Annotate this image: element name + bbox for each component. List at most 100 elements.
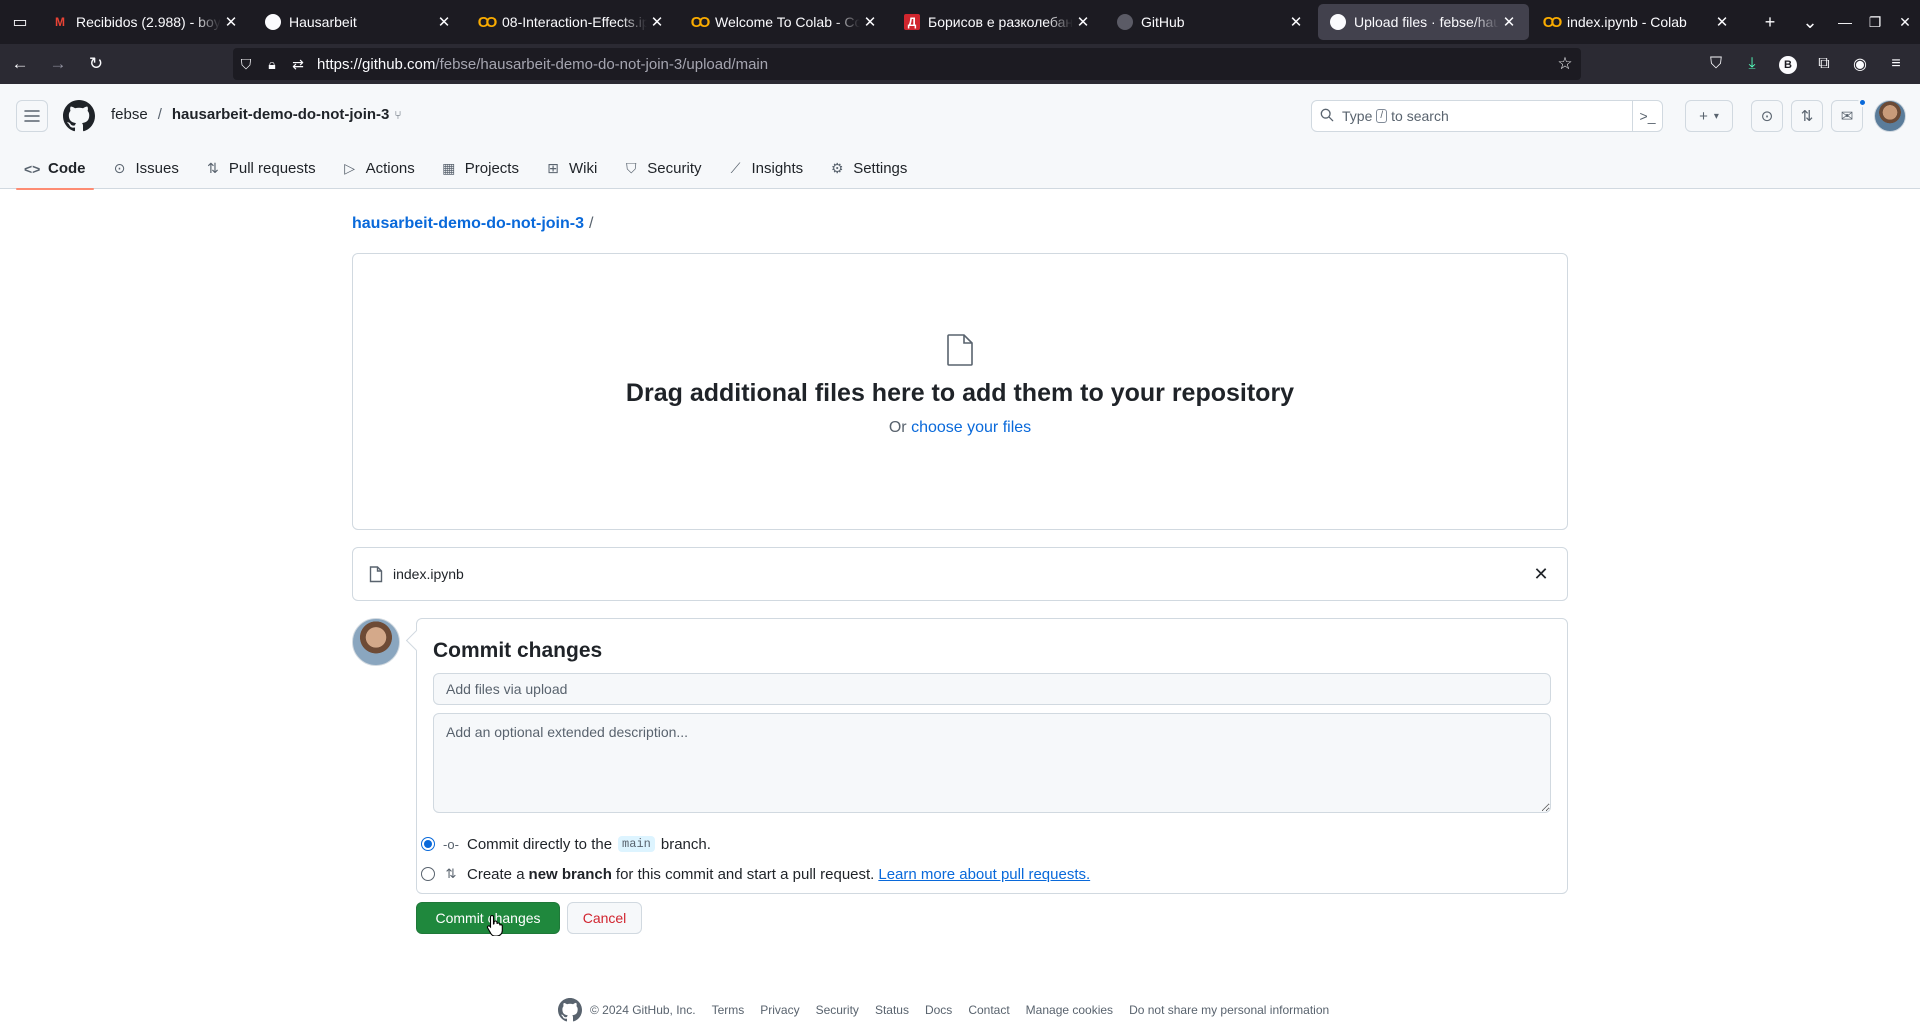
footer-link[interactable]: Security bbox=[816, 1003, 859, 1017]
permissions-icon[interactable]: ⇄ bbox=[285, 56, 311, 73]
tab-close-icon[interactable]: ✕ bbox=[434, 13, 454, 31]
tab-issues[interactable]: ⊙ Issues bbox=[104, 148, 187, 189]
tab-actions[interactable]: ▷ Actions bbox=[334, 148, 423, 189]
pull-requests-icon[interactable]: ⇅ bbox=[1791, 100, 1823, 132]
opt1-text-post: branch. bbox=[660, 835, 711, 853]
footer-link[interactable]: Status bbox=[875, 1003, 909, 1017]
pocket-icon[interactable]: ⛉ bbox=[1698, 55, 1734, 73]
command-palette-icon[interactable]: >_ bbox=[1632, 101, 1662, 131]
tab-close-icon[interactable]: ✕ bbox=[221, 13, 241, 31]
close-window-icon[interactable]: ✕ bbox=[1890, 14, 1920, 31]
list-all-tabs-chevron-icon[interactable]: ⌄ bbox=[1790, 12, 1830, 33]
new-branch-radio[interactable] bbox=[421, 867, 435, 881]
browser-tab[interactable]: GitHub ✕ bbox=[1105, 4, 1316, 40]
extension-b-icon[interactable]: B bbox=[1770, 55, 1806, 74]
browser-tab[interactable]: M Recibidos (2.988) - boyk ✕ bbox=[40, 4, 251, 40]
browser-tab[interactable]: CO 08-Interaction-Effects.ip ✕ bbox=[466, 4, 677, 40]
issues-icon[interactable]: ⊙ bbox=[1751, 100, 1783, 132]
forward-arrow-icon[interactable]: → bbox=[40, 48, 76, 80]
browser-tab[interactable]: Upload files · febse/hau ✕ bbox=[1318, 4, 1529, 40]
footer-link[interactable]: Do not share my personal information bbox=[1129, 1003, 1329, 1017]
drop-or-text: Or bbox=[888, 419, 907, 436]
reload-icon[interactable]: ↻ bbox=[78, 48, 114, 80]
browser-tab[interactable]: Hausarbeit ✕ bbox=[253, 4, 464, 40]
app-menu-icon[interactable]: ≡ bbox=[1878, 55, 1914, 73]
search-input[interactable]: Type / to search >_ bbox=[1311, 100, 1663, 132]
colab-icon: CO bbox=[690, 13, 711, 31]
tab-strip: M Recibidos (2.988) - boyk ✕ Hausarbeit ✕ CO 0… bbox=[40, 0, 1744, 44]
tab-label: Issues bbox=[135, 160, 179, 177]
breadcrumb-repo-link[interactable]: hausarbeit-demo-do-not-join-3 bbox=[352, 215, 584, 232]
tab-pull-requests[interactable]: ⇅ Pull requests bbox=[197, 148, 324, 189]
footer-link[interactable]: Contact bbox=[968, 1003, 1009, 1017]
commit-author-avatar bbox=[352, 618, 400, 666]
toolbar-right: ⛉ ⤓ B ⧉ ◉ ≡ bbox=[1698, 48, 1914, 80]
tab-title: Recibidos (2.988) - boyk bbox=[76, 14, 221, 30]
tab-security[interactable]: ⛉ Security bbox=[615, 148, 709, 189]
hamburger-menu-icon[interactable] bbox=[16, 100, 48, 132]
firefox-view-icon[interactable]: ▭ bbox=[0, 0, 40, 44]
new-tab-plus-icon[interactable]: + bbox=[1750, 12, 1790, 33]
file-drop-zone[interactable]: Drag additional files here to add them t… bbox=[352, 253, 1568, 530]
plus-icon: + bbox=[1699, 107, 1708, 125]
uploaded-file-name: index.ipynb bbox=[393, 566, 464, 582]
tab-projects[interactable]: ▦ Projects bbox=[433, 148, 527, 189]
tab-title: Hausarbeit bbox=[289, 14, 357, 30]
global-bar: febse / hausarbeit-demo-do-not-join-3 ⑂ … bbox=[0, 84, 1920, 148]
tab-label: Settings bbox=[853, 160, 908, 177]
tab-close-icon[interactable]: ✕ bbox=[647, 13, 667, 31]
tab-close-icon[interactable]: ✕ bbox=[860, 13, 880, 31]
url-bar[interactable]: ⛉ 🔒︎ ⇄ https://github.com/febse/hausarbe… bbox=[233, 48, 1581, 80]
tab-close-icon[interactable]: ✕ bbox=[1286, 13, 1306, 31]
tab-settings[interactable]: ⚙ Settings bbox=[821, 148, 915, 189]
browser-tab[interactable]: CO Welcome To Colab - Cola ✕ bbox=[679, 4, 890, 40]
learn-more-pr-link[interactable]: Learn more about pull requests. bbox=[878, 866, 1090, 883]
search-suffix: to search bbox=[1391, 108, 1449, 124]
url-text[interactable]: https://github.com/febse/hausarbeit-demo… bbox=[317, 56, 768, 73]
tab-title: 08-Interaction-Effects.ip bbox=[502, 14, 647, 30]
tab-close-icon[interactable]: ✕ bbox=[1712, 13, 1732, 31]
footer-link[interactable]: Privacy bbox=[760, 1003, 799, 1017]
create-new-button[interactable]: + ▾ bbox=[1685, 100, 1733, 132]
github-logo-icon[interactable] bbox=[63, 100, 95, 132]
commit-directly-option[interactable]: -o- Commit directly to the main branch. bbox=[421, 833, 711, 855]
choose-files-link[interactable]: choose your files bbox=[911, 419, 1031, 436]
new-branch-option[interactable]: ⇅ Create a new branch for this commit an… bbox=[421, 863, 1090, 885]
tab-close-icon[interactable]: ✕ bbox=[1073, 13, 1093, 31]
tab-label: Security bbox=[647, 160, 702, 177]
tab-code[interactable]: <> Code bbox=[16, 148, 94, 190]
download-icon[interactable]: ⤓ bbox=[1734, 55, 1770, 73]
remove-file-icon[interactable]: ✕ bbox=[1531, 564, 1551, 584]
cancel-button[interactable]: Cancel bbox=[567, 902, 642, 934]
lock-icon[interactable]: 🔒︎ bbox=[259, 56, 285, 73]
opt1-text-pre: Commit directly to the bbox=[467, 835, 613, 853]
tab-label: Actions bbox=[365, 160, 415, 177]
commit-message-input[interactable] bbox=[433, 673, 1551, 705]
tab-wiki[interactable]: ⊞ Wiki bbox=[537, 148, 605, 189]
commit-description-textarea[interactable] bbox=[433, 713, 1551, 813]
footer-link[interactable]: Docs bbox=[925, 1003, 952, 1017]
tab-close-icon[interactable]: ✕ bbox=[1499, 13, 1519, 31]
owner-link[interactable]: febse bbox=[111, 106, 148, 123]
bookmark-star-icon[interactable]: ☆ bbox=[1549, 54, 1581, 74]
repo-link[interactable]: hausarbeit-demo-do-not-join-3 bbox=[172, 106, 390, 123]
gear-icon: ⚙ bbox=[830, 160, 844, 176]
file-icon bbox=[947, 334, 973, 366]
footer-link[interactable]: Manage cookies bbox=[1026, 1003, 1113, 1017]
account-icon[interactable]: ◉ bbox=[1842, 54, 1878, 74]
github-icon bbox=[1117, 14, 1133, 30]
github-footer-logo-icon[interactable] bbox=[558, 998, 582, 1022]
tab-insights[interactable]: ⟋ Insights bbox=[719, 148, 811, 189]
browser-tab[interactable]: Д Борисов е разколебан ✕ bbox=[892, 4, 1103, 40]
copyright: © 2024 GitHub, Inc. bbox=[590, 1003, 696, 1017]
commit-directly-radio[interactable] bbox=[421, 837, 435, 851]
minimize-icon[interactable]: — bbox=[1830, 14, 1860, 31]
back-arrow-icon[interactable]: ← bbox=[2, 48, 38, 80]
extensions-puzzle-icon[interactable]: ⧉ bbox=[1806, 55, 1842, 73]
graph-icon: ⟋ bbox=[730, 160, 741, 176]
tracking-shield-icon[interactable]: ⛉ bbox=[233, 56, 259, 73]
browser-tab[interactable]: CO index.ipynb - Colab ✕ bbox=[1531, 4, 1742, 40]
user-avatar[interactable] bbox=[1874, 100, 1906, 132]
footer-link[interactable]: Terms bbox=[712, 1003, 745, 1017]
restore-icon[interactable]: ❐ bbox=[1860, 14, 1890, 31]
